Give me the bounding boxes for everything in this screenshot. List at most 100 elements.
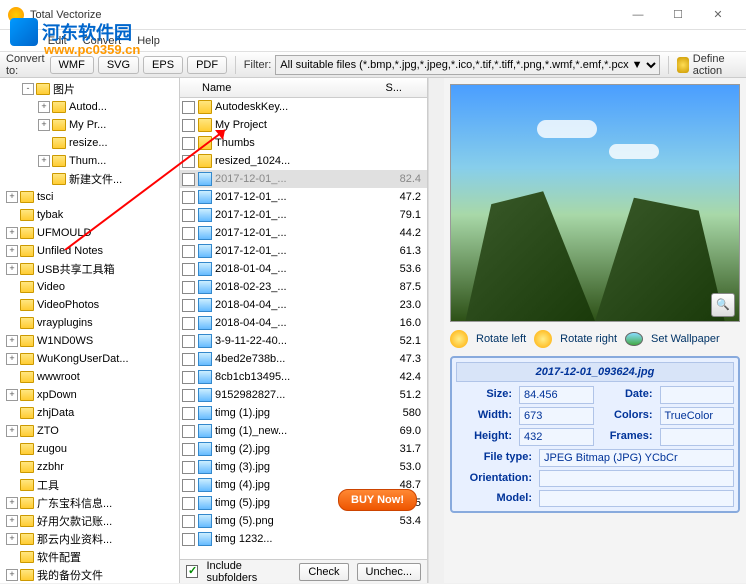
file-row[interactable]: 9152982827...51.2 [180,386,427,404]
tree-item[interactable]: VideoPhotos [2,296,177,314]
tree-item[interactable]: +UFMOULD [2,224,177,242]
file-row[interactable]: 2017-12-01_...79.1 [180,206,427,224]
file-checkbox[interactable] [182,281,195,294]
expand-icon[interactable]: + [6,335,18,347]
file-row[interactable]: 4bed2e738b...47.3 [180,350,427,368]
uncheck-button[interactable]: Unchec... [357,563,421,581]
file-row[interactable]: timg (1).jpg580 [180,404,427,422]
format-pdf-button[interactable]: PDF [187,56,227,74]
file-row[interactable]: 2018-04-04_...23.0 [180,296,427,314]
tree-item[interactable]: resize... [2,134,177,152]
file-checkbox[interactable] [182,353,195,366]
file-checkbox[interactable] [182,335,195,348]
rotate-left-button[interactable]: Rotate left [476,333,526,345]
expand-icon[interactable]: + [6,533,18,545]
file-row[interactable]: 2018-04-04_...16.0 [180,314,427,332]
tree-item[interactable]: +xpDown [2,386,177,404]
file-row[interactable]: timg (3).jpg53.0 [180,458,427,476]
file-checkbox[interactable] [182,497,195,510]
file-row[interactable]: 8cb1cb13495...42.4 [180,368,427,386]
file-checkbox[interactable] [182,173,195,186]
tree-item[interactable]: -图片 [2,80,177,98]
maximize-button[interactable]: ☐ [658,1,698,29]
file-row[interactable]: 2018-02-23_...87.5 [180,278,427,296]
file-row[interactable]: 2018-01-04_...53.6 [180,260,427,278]
file-row[interactable]: timg (5).png53.4 [180,512,427,530]
tree-item[interactable]: +tsci [2,188,177,206]
file-row[interactable]: timg (1)_new...69.0 [180,422,427,440]
file-checkbox[interactable] [182,245,195,258]
tree-item[interactable]: zzbhr [2,458,177,476]
file-checkbox[interactable] [182,299,195,312]
tree-item[interactable]: +广东宝科信息... [2,494,177,512]
tree-item[interactable]: +Thum... [2,152,177,170]
file-checkbox[interactable] [182,533,195,546]
tree-item[interactable]: +那云内业资料... [2,530,177,548]
expand-icon[interactable]: + [6,263,18,275]
file-row[interactable]: timg (2).jpg31.7 [180,440,427,458]
column-name[interactable]: Name [180,82,350,94]
expand-icon[interactable]: + [6,515,18,527]
zoom-icon[interactable]: 🔍 [711,293,735,317]
expand-icon[interactable]: + [38,119,50,131]
close-button[interactable]: ✕ [698,1,738,29]
set-wallpaper-button[interactable]: Set Wallpaper [651,333,720,345]
expand-icon[interactable]: + [6,389,18,401]
menu-convert[interactable]: Convert [75,35,130,47]
file-checkbox[interactable] [182,101,195,114]
file-row[interactable]: 2017-12-01_...47.2 [180,188,427,206]
file-checkbox[interactable] [182,119,195,132]
file-checkbox[interactable] [182,317,195,330]
tree-item[interactable]: vrayplugins [2,314,177,332]
expand-icon[interactable]: + [6,569,18,581]
tree-item[interactable]: +Unfiled Notes [2,242,177,260]
file-checkbox[interactable] [182,425,195,438]
expand-icon[interactable]: + [6,227,18,239]
file-checkbox[interactable] [182,155,195,168]
tree-item[interactable]: zugou [2,440,177,458]
rotate-right-button[interactable]: Rotate right [560,333,617,345]
expand-icon[interactable]: + [38,101,50,113]
tree-item[interactable]: 新建文件... [2,170,177,188]
tree-item[interactable]: +W1ND0WS [2,332,177,350]
expand-icon[interactable]: + [6,191,18,203]
buy-now-button[interactable]: BUY Now! [338,489,417,511]
scrollbar[interactable] [428,78,444,583]
tree-item[interactable]: +USB共享工具箱 [2,260,177,278]
expand-icon[interactable]: - [22,83,34,95]
file-checkbox[interactable] [182,191,195,204]
expand-icon[interactable]: + [6,353,18,365]
tree-item[interactable]: 软件配置 [2,548,177,566]
column-size[interactable]: S... [350,82,410,94]
tree-item[interactable]: zhjData [2,404,177,422]
format-wmf-button[interactable]: WMF [50,56,94,74]
tree-item[interactable]: 工具 [2,476,177,494]
file-row[interactable]: My Project [180,116,427,134]
file-row[interactable]: 2017-12-01_...44.2 [180,224,427,242]
define-action-button[interactable]: Define action [693,53,740,77]
file-checkbox[interactable] [182,227,195,240]
file-checkbox[interactable] [182,443,195,456]
file-rows[interactable]: AutodeskKey...My ProjectThumbsresized_10… [180,98,427,559]
file-row[interactable]: 2017-12-01_...61.3 [180,242,427,260]
file-checkbox[interactable] [182,461,195,474]
file-checkbox[interactable] [182,137,195,150]
tree-item[interactable]: wwwroot [2,368,177,386]
tree-item[interactable]: +Autod... [2,98,177,116]
tree-item[interactable]: +My Pr... [2,116,177,134]
tree-item[interactable]: +我的备份文件 [2,566,177,583]
menu-file[interactable]: File [6,35,40,47]
file-row[interactable]: resized_1024... [180,152,427,170]
expand-icon[interactable]: + [6,425,18,437]
format-svg-button[interactable]: SVG [98,56,139,74]
expand-icon[interactable]: + [6,245,18,257]
minimize-button[interactable]: — [618,1,658,29]
file-checkbox[interactable] [182,407,195,420]
expand-icon[interactable]: + [38,155,50,167]
tree-item[interactable]: Video [2,278,177,296]
menu-help[interactable]: Help [129,35,168,47]
tree-item[interactable]: tybak [2,206,177,224]
folder-tree[interactable]: -图片+Autod...+My Pr...resize...+Thum...新建… [0,78,180,583]
file-row[interactable]: timg 1232... [180,530,427,548]
file-row[interactable]: 2017-12-01_...82.4 [180,170,427,188]
